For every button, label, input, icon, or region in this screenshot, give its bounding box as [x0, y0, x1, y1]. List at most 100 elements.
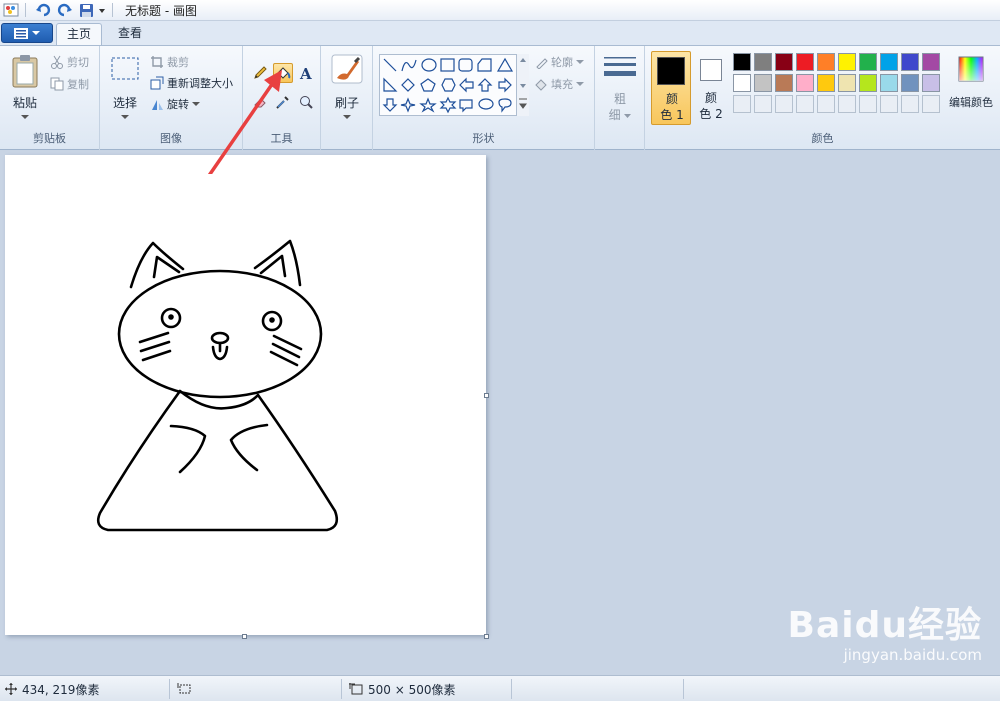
- custom-color-slot[interactable]: [754, 95, 772, 113]
- select-button[interactable]: 选择: [106, 52, 144, 124]
- canvas-size-icon: [349, 683, 363, 695]
- watermark-brand: Baidu经验: [787, 605, 982, 646]
- palette-swatch[interactable]: [859, 53, 877, 71]
- line-size-icon: [604, 57, 636, 76]
- color1-label-line1: 颜: [665, 92, 678, 106]
- cat-right-pupil: [269, 317, 275, 323]
- line-shape-icon: [383, 58, 397, 72]
- custom-color-slot[interactable]: [775, 95, 793, 113]
- custom-color-slot[interactable]: [901, 95, 919, 113]
- paint-menu-button[interactable]: [1, 23, 53, 43]
- palette-swatch[interactable]: [775, 53, 793, 71]
- crop-label: 裁剪: [167, 56, 189, 69]
- palette-swatch[interactable]: [922, 53, 940, 71]
- resize-handle-corner[interactable]: [484, 634, 489, 639]
- polygon-shape-icon: [477, 58, 492, 72]
- palette-swatch[interactable]: [796, 53, 814, 71]
- edit-colors-button[interactable]: 编辑颜色: [945, 52, 997, 124]
- redo-icon[interactable]: [57, 2, 73, 18]
- undo-icon[interactable]: [35, 2, 51, 18]
- palette-swatch[interactable]: [817, 53, 835, 71]
- outline-button[interactable]: 轮廓: [534, 54, 584, 70]
- cat-right-ear-inner: [259, 254, 287, 278]
- resize-icon: [150, 76, 164, 90]
- arrow-left-shape-icon: [459, 77, 474, 93]
- cut-button[interactable]: 剪切: [50, 54, 89, 70]
- custom-color-slot[interactable]: [796, 95, 814, 113]
- copy-button[interactable]: 复制: [50, 76, 89, 92]
- fill-button[interactable]: 填充: [534, 76, 584, 92]
- palette-swatch[interactable]: [859, 74, 877, 92]
- crop-button[interactable]: 裁剪: [150, 54, 189, 70]
- palette-swatch[interactable]: [817, 74, 835, 92]
- palette-swatch[interactable]: [754, 53, 772, 71]
- custom-color-slot[interactable]: [733, 95, 751, 113]
- palette-swatch[interactable]: [733, 74, 751, 92]
- cat-mouth: [211, 341, 229, 361]
- arrow-up-shape-icon: [477, 78, 493, 92]
- separator: [25, 3, 26, 17]
- palette-swatch[interactable]: [796, 74, 814, 92]
- six-point-star-shape-icon: [439, 96, 457, 114]
- curve-shape-icon: [401, 59, 417, 72]
- palette-swatch[interactable]: [775, 74, 793, 92]
- oval-shape-icon: [421, 58, 437, 72]
- rotate-icon: [152, 100, 163, 110]
- tab-view[interactable]: 查看: [108, 23, 152, 45]
- cat-right-ear-outer: [253, 239, 302, 287]
- status-bar: 434, 219像素 500 × 500像素: [0, 675, 1000, 701]
- rectangle-shape-icon: [440, 58, 455, 72]
- custom-color-slot[interactable]: [817, 95, 835, 113]
- palette-swatch[interactable]: [880, 53, 898, 71]
- rounded-rectangle-shape-icon: [458, 58, 473, 72]
- shapes-gallery-icons: [382, 57, 514, 114]
- color1-button[interactable]: 颜 色 1: [651, 51, 691, 125]
- title-bar: 无标题 - 画图: [0, 0, 1000, 21]
- color2-swatch: [700, 59, 722, 81]
- menu-icon: [14, 27, 28, 39]
- resize-handle-bottom[interactable]: [242, 634, 247, 639]
- crosshair-icon: [5, 683, 17, 695]
- palette-swatch[interactable]: [901, 53, 919, 71]
- cat-left-ear-inner: [152, 255, 181, 279]
- arrow-right-shape-icon: [498, 77, 512, 93]
- palette-swatch[interactable]: [754, 74, 772, 92]
- shapes-scrollbar[interactable]: [516, 54, 529, 116]
- size-button[interactable]: 粗 细: [601, 52, 639, 128]
- four-point-star-shape-icon: [400, 97, 416, 113]
- baidu-watermark: Baidu经验 jingyan.baidu.com: [788, 596, 982, 664]
- custom-color-slot[interactable]: [838, 95, 856, 113]
- cat-nose: [210, 331, 230, 345]
- color1-label-line2: 色 1: [660, 108, 684, 122]
- palette-swatch[interactable]: [880, 74, 898, 92]
- drawing-canvas[interactable]: [5, 155, 486, 635]
- custom-color-slot[interactable]: [859, 95, 877, 113]
- custom-color-slot[interactable]: [880, 95, 898, 113]
- cat-left-whiskers: [138, 331, 172, 362]
- rounded-callout-shape-icon: [459, 99, 473, 113]
- paste-button[interactable]: 粘贴: [6, 52, 44, 124]
- clipboard-group: 粘贴 剪切 复制 剪贴板: [0, 46, 100, 150]
- save-icon[interactable]: [79, 2, 94, 18]
- cat-body-outline: [96, 389, 339, 532]
- red-arrow-annotation: [207, 70, 282, 174]
- copy-label: 复制: [67, 78, 89, 91]
- color2-label-line2: 色 2: [699, 107, 723, 121]
- cut-label: 剪切: [67, 56, 89, 69]
- palette-swatch[interactable]: [733, 53, 751, 71]
- clipboard-group-label: 剪贴板: [33, 132, 66, 145]
- custom-color-slot[interactable]: [922, 95, 940, 113]
- size-label-line1: 粗: [613, 92, 626, 106]
- brushes-button[interactable]: 刷子: [328, 52, 366, 124]
- resize-handle-right[interactable]: [484, 393, 489, 398]
- palette-swatch[interactable]: [838, 74, 856, 92]
- tab-home[interactable]: 主页: [56, 23, 103, 45]
- palette-swatch[interactable]: [838, 53, 856, 71]
- selection-size-icon: [177, 683, 191, 694]
- palette-swatch[interactable]: [922, 74, 940, 92]
- color2-button[interactable]: 颜 色 2: [695, 51, 727, 125]
- paint-app-icon[interactable]: [3, 2, 19, 18]
- rotate-button[interactable]: 旋转: [150, 96, 200, 112]
- customize-quick-access-icon[interactable]: [98, 2, 106, 18]
- palette-swatch[interactable]: [901, 74, 919, 92]
